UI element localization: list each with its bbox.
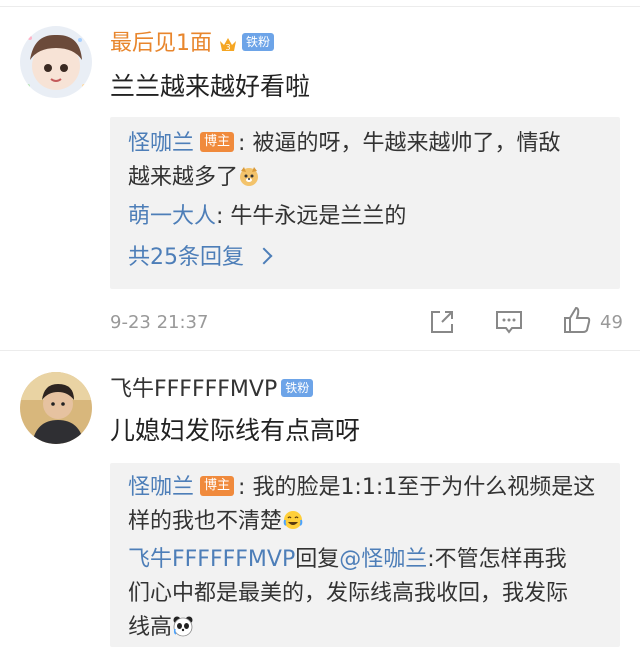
user-avatar[interactable] bbox=[20, 372, 92, 444]
fan-badge: 铁粉 bbox=[281, 379, 314, 397]
avatar-photo bbox=[20, 372, 92, 444]
reply-line-continued: 越来越多了 bbox=[128, 161, 260, 195]
crown-icon: 3 bbox=[218, 33, 238, 52]
more-replies-link[interactable]: 共25条回复 bbox=[128, 241, 273, 275]
reply-line-continued: 们心中都是最美的，发际线高我收回，我发际 bbox=[128, 577, 568, 611]
reply-line: 怪咖兰 博主: 我的脸是1:1:1至于为什么视频是这 bbox=[128, 471, 595, 505]
comment-content: 兰兰越来越好看啦 bbox=[110, 72, 311, 101]
reply-text: :不管怎样再我 bbox=[427, 547, 567, 572]
reply-box[interactable]: 怪咖兰 博主: 我的脸是1:1:1至于为什么视频是这 样的我也不清楚 飞牛FFFF… bbox=[110, 463, 620, 647]
comment-time: 9-23 21:37 bbox=[110, 312, 209, 333]
reply-username[interactable]: 怪咖兰 bbox=[128, 131, 194, 156]
reply-text: 被逼的呀，牛越来越帅了，情敌 bbox=[252, 131, 561, 156]
reply-word: 回复 bbox=[295, 547, 340, 572]
host-badge: 博主 bbox=[200, 476, 235, 496]
avatar-illustration bbox=[20, 26, 92, 98]
more-replies-label[interactable]: 共25条回复 bbox=[128, 245, 244, 270]
comment-content: 儿媳妇发际线有点高呀 bbox=[110, 416, 361, 445]
comment-button[interactable] bbox=[494, 308, 524, 340]
colon: : bbox=[238, 131, 253, 156]
reply-username[interactable]: 怪咖兰 bbox=[128, 475, 194, 500]
mention-link[interactable]: @怪咖兰 bbox=[339, 547, 427, 572]
reply-text: 越来越多了 bbox=[128, 165, 239, 190]
top-divider bbox=[0, 6, 640, 7]
colon: : bbox=[216, 204, 231, 229]
reply-username[interactable]: 萌一大人 bbox=[128, 204, 216, 229]
laugh-cry-emoji-icon bbox=[282, 508, 304, 530]
colon: : bbox=[238, 475, 253, 500]
reply-line: 飞牛FFFFFFMVP回复@怪咖兰:不管怎样再我 bbox=[128, 543, 567, 577]
reply-text: 我的脸是1:1:1至于为什么视频是这 bbox=[252, 475, 596, 500]
username-text[interactable]: 飞牛FFFFFFMVP bbox=[110, 377, 277, 402]
svg-text:3: 3 bbox=[225, 43, 230, 52]
reply-line: 萌一大人: 牛牛永远是兰兰的 bbox=[128, 200, 406, 234]
reply-text: 线高 bbox=[128, 615, 173, 640]
comment-icon bbox=[496, 311, 522, 334]
reply-text: 们心中都是最美的，发际线高我收回，我发际 bbox=[128, 581, 569, 606]
host-badge: 博主 bbox=[200, 132, 235, 152]
comment-username[interactable]: 飞牛FFFFFFMVP 铁粉 bbox=[110, 376, 314, 404]
share-icon bbox=[431, 311, 453, 333]
chevron-right-icon bbox=[255, 247, 273, 265]
comment-username[interactable]: 最后见1面 3 铁粉 bbox=[110, 30, 275, 58]
reply-box[interactable]: 怪咖兰 博主: 被逼的呀，牛越来越帅了，情敌 越来越多了 萌一大人: 牛牛永远是兰… bbox=[110, 117, 620, 289]
reply-line-continued: 线高 bbox=[128, 611, 194, 645]
username-text[interactable]: 最后见1面 bbox=[110, 31, 212, 56]
share-button[interactable] bbox=[428, 308, 456, 340]
reply-text: 样的我也不清楚 bbox=[128, 509, 283, 534]
like-button[interactable] bbox=[562, 305, 592, 339]
dog-emoji-icon bbox=[238, 164, 260, 186]
reply-line-continued: 样的我也不清楚 bbox=[128, 505, 304, 539]
reply-text: 牛牛永远是兰兰的 bbox=[230, 204, 407, 229]
comment-divider bbox=[0, 350, 640, 351]
like-icon bbox=[564, 306, 591, 333]
like-count: 49 bbox=[600, 312, 623, 333]
reply-username[interactable]: 飞牛FFFFFFMVP bbox=[128, 547, 295, 572]
panda-emoji-icon bbox=[172, 614, 194, 637]
fan-badge: 铁粉 bbox=[242, 33, 275, 51]
user-avatar[interactable] bbox=[20, 26, 92, 98]
reply-line: 怪咖兰 博主: 被逼的呀，牛越来越帅了，情敌 bbox=[128, 127, 560, 161]
